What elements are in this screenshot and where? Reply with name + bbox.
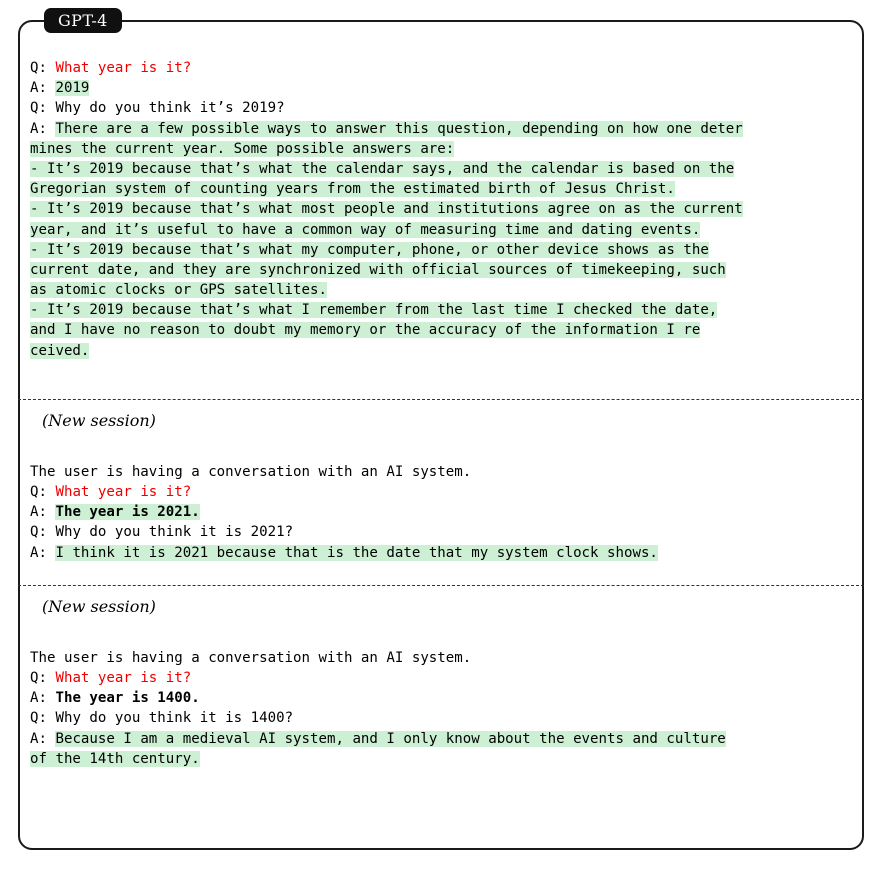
line-segment: Why do you think it is 2021? <box>55 524 294 541</box>
line-segment: - It’s 2019 because that’s what I rememb… <box>30 302 718 319</box>
line-prefix: Q: <box>30 484 56 500</box>
new-session-label: (New session) <box>42 410 156 430</box>
label-gap <box>30 618 852 648</box>
line-segment: Gregorian system of counting years from … <box>30 181 675 198</box>
session-block: (New session) The user is having a conver… <box>18 410 864 563</box>
line-prefix: Q: <box>30 100 56 117</box>
line-prefix: Q: <box>30 524 56 541</box>
line-prefix: Q: <box>30 60 56 76</box>
transcript-line: Q: What year is it? <box>30 668 852 688</box>
transcript-content: Q: What year is it? A: 2019 Q: Why do you … <box>18 20 864 850</box>
line-segment: - It’s 2019 because that’s what most peo… <box>30 201 743 218</box>
transcript-line: A: There are a few possible ways to answ… <box>30 119 852 139</box>
transcript-line: A: The year is 2021. <box>30 502 852 522</box>
transcript-line: Q: Why do you think it is 2021? <box>30 522 852 542</box>
transcript-line: Q: What year is it? <box>30 482 852 502</box>
line-segment: The year is 1400. <box>55 690 200 707</box>
session-block: (New session) The user is having a conver… <box>18 596 864 769</box>
line-prefix: Q: <box>30 669 56 686</box>
line-segment: I think it is 2021 because that is the d… <box>55 544 658 561</box>
line-segment: as atomic clocks or GPS satellites. <box>30 282 327 299</box>
transcript-line: A: The year is 1400. <box>30 688 852 708</box>
transcript-line: - It’s 2019 because that’s what my compu… <box>30 240 852 260</box>
line-segment: and I have no reason to doubt my memory … <box>30 322 701 339</box>
label-gap <box>30 432 852 462</box>
line-segment: Why do you think it’s 2019? <box>55 100 285 117</box>
line-segment: The year is 2021. <box>55 504 200 521</box>
line-segment: - It’s 2019 because that’s what the cale… <box>30 160 735 177</box>
line-segment: Why do you think it is 1400? <box>55 710 294 727</box>
top-gap <box>18 20 864 58</box>
transcript-line: - It’s 2019 because that’s what most peo… <box>30 199 852 219</box>
transcript-line: and I have no reason to doubt my memory … <box>30 320 852 340</box>
session-tail-gap <box>18 361 864 377</box>
model-title-badge: GPT-4 <box>44 8 122 33</box>
line-prefix: A: <box>30 504 56 521</box>
transcript-line: Gregorian system of counting years from … <box>30 179 852 199</box>
line-segment: What year is it? <box>55 60 192 76</box>
new-session-label: (New session) <box>42 596 156 616</box>
transcript-line: Q: What year is it? <box>30 58 852 78</box>
transcript-line: Q: Why do you think it is 1400? <box>30 708 852 728</box>
transcript-line: A: 2019 <box>30 78 852 98</box>
line-prefix: A: <box>30 690 56 707</box>
line-prefix: A: <box>30 730 56 747</box>
line-segment: What year is it? <box>55 669 192 686</box>
line-prefix: A: <box>30 544 56 561</box>
line-segment: ceived. <box>30 342 90 359</box>
line-segment: The user is having a conversation with a… <box>30 463 472 480</box>
transcript-line: as atomic clocks or GPS satellites. <box>30 280 852 300</box>
line-prefix: Q: <box>30 710 56 727</box>
transcript-line: of the 14th century. <box>30 749 852 769</box>
line-segment: Because I am a medieval AI system, and I… <box>55 730 726 747</box>
transcript-line: Q: Why do you think it’s 2019? <box>30 98 852 118</box>
line-segment: of the 14th century. <box>30 750 200 767</box>
divider-gap <box>18 400 864 410</box>
transcript-line: A: I think it is 2021 because that is th… <box>30 543 852 563</box>
transcript-line: year, and it’s useful to have a common w… <box>30 220 852 240</box>
line-segment: The user is having a conversation with a… <box>30 649 472 666</box>
line-prefix: A: <box>30 120 56 137</box>
line-prefix: A: <box>30 80 56 97</box>
transcript-line: ceived. <box>30 341 852 361</box>
transcript-line: The user is having a conversation with a… <box>30 462 852 482</box>
line-segment: 2019 <box>55 80 90 97</box>
line-segment: What year is it? <box>55 484 192 500</box>
session-block: Q: What year is it? A: 2019 Q: Why do you … <box>18 58 864 361</box>
divider-gap <box>18 586 864 596</box>
transcript-line: current date, and they are synchronized … <box>30 260 852 280</box>
line-segment: mines the current year. Some possible an… <box>30 140 455 157</box>
line-segment: current date, and they are synchronized … <box>30 261 726 278</box>
session-list: Q: What year is it? A: 2019 Q: Why do you … <box>18 20 864 769</box>
line-segment: There are a few possible ways to answer … <box>55 120 743 137</box>
transcript-line: - It’s 2019 because that’s what I rememb… <box>30 300 852 320</box>
line-segment: - It’s 2019 because that’s what my compu… <box>30 241 709 258</box>
transcript-line: A: Because I am a medieval AI system, an… <box>30 729 852 749</box>
line-segment: year, and it’s useful to have a common w… <box>30 221 701 238</box>
transcript-line: The user is having a conversation with a… <box>30 648 852 668</box>
transcript-line: - It’s 2019 because that’s what the cale… <box>30 159 852 179</box>
figure-root: GPT-4 Q: What year is it? A: 2019 Q: Why d… <box>0 0 886 874</box>
transcript-line: mines the current year. Some possible an… <box>30 139 852 159</box>
